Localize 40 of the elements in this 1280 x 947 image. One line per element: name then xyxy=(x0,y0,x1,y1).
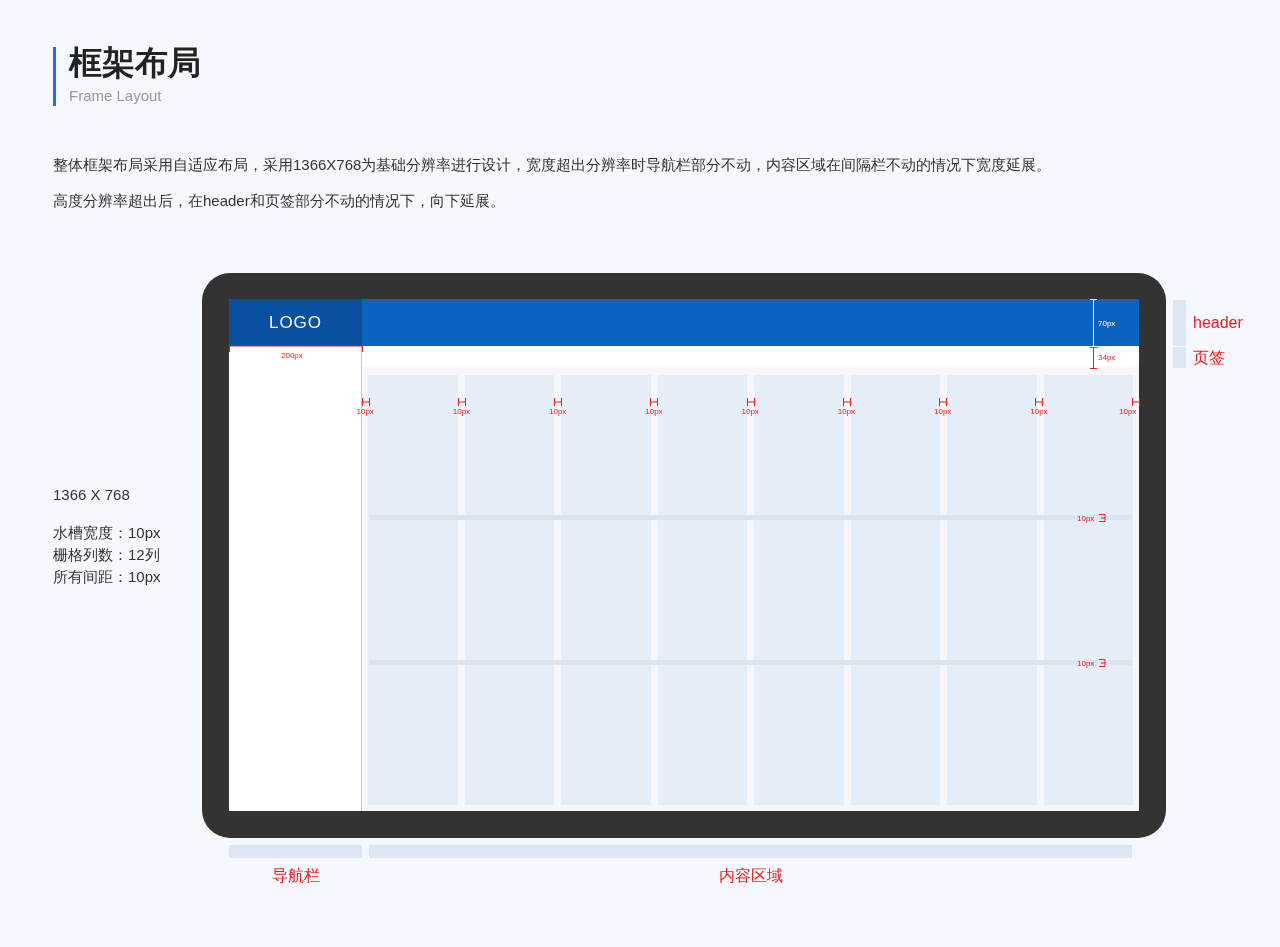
gutter-marker-icon xyxy=(361,398,370,406)
page-title: 框架布局 xyxy=(69,46,201,79)
description-text: 高度分辨率超出后，在header和页签部分不动的情况下，向下延展。 xyxy=(53,191,506,211)
logo-block: LOGO xyxy=(229,299,362,346)
legend-swatch xyxy=(1173,347,1186,368)
gutter-marker-icon xyxy=(939,398,947,406)
gutter-marker-icon xyxy=(457,398,466,406)
page-subtitle: Frame Layout xyxy=(69,87,163,105)
bracket-icon xyxy=(1099,659,1106,667)
gutter-marker-icon xyxy=(746,398,755,406)
dimension-label: 10px xyxy=(934,407,952,416)
spec-text: 所有间距：10px xyxy=(53,567,161,587)
gutter-marker-icon xyxy=(1035,398,1044,406)
gutter-marker-icon xyxy=(842,398,851,406)
dimension-label: 10px xyxy=(1077,514,1095,523)
gutter-marker-icon xyxy=(554,398,562,406)
legend-label: 内容区域 xyxy=(718,866,783,886)
spec-text: 水槽宽度：10px xyxy=(53,523,161,543)
dimension-label: 10px xyxy=(645,407,663,416)
legend-swatch xyxy=(1173,300,1186,346)
dimension-label: 10px xyxy=(1077,659,1095,668)
dimension-label: 34px xyxy=(1098,353,1116,362)
legend-label: 导航栏 xyxy=(271,866,320,886)
legend-label: header xyxy=(1193,313,1243,333)
dimension-label: 200px xyxy=(281,351,303,360)
bracket-icon xyxy=(1099,514,1106,522)
dimension-label: 10px xyxy=(741,407,759,416)
dimension-label: 70px xyxy=(1098,319,1116,328)
resolution-text: 1366 X 768 xyxy=(53,485,131,505)
dimension-label: 10px xyxy=(1030,407,1048,416)
spec-text: 栅格列数：12列 xyxy=(53,545,161,565)
dimension-label: 10px xyxy=(452,407,471,416)
gutter-marker-icon xyxy=(650,398,659,406)
dimension-label: 10px xyxy=(837,407,856,416)
legend-label: 页签 xyxy=(1193,347,1225,368)
dimension-label: 10px xyxy=(549,407,567,416)
description-text: 整体框架布局采用自适应布局，采用1366X768为基础分辨率进行设计，宽度超出分辨率时导航栏部分不动，内容区域在间隔栏不动的情况下宽度延展。 xyxy=(53,155,1052,175)
dimension-label: 10px xyxy=(356,407,374,416)
dimension-label: 10px xyxy=(1119,407,1137,416)
gutter-marker-icon xyxy=(1131,398,1140,406)
